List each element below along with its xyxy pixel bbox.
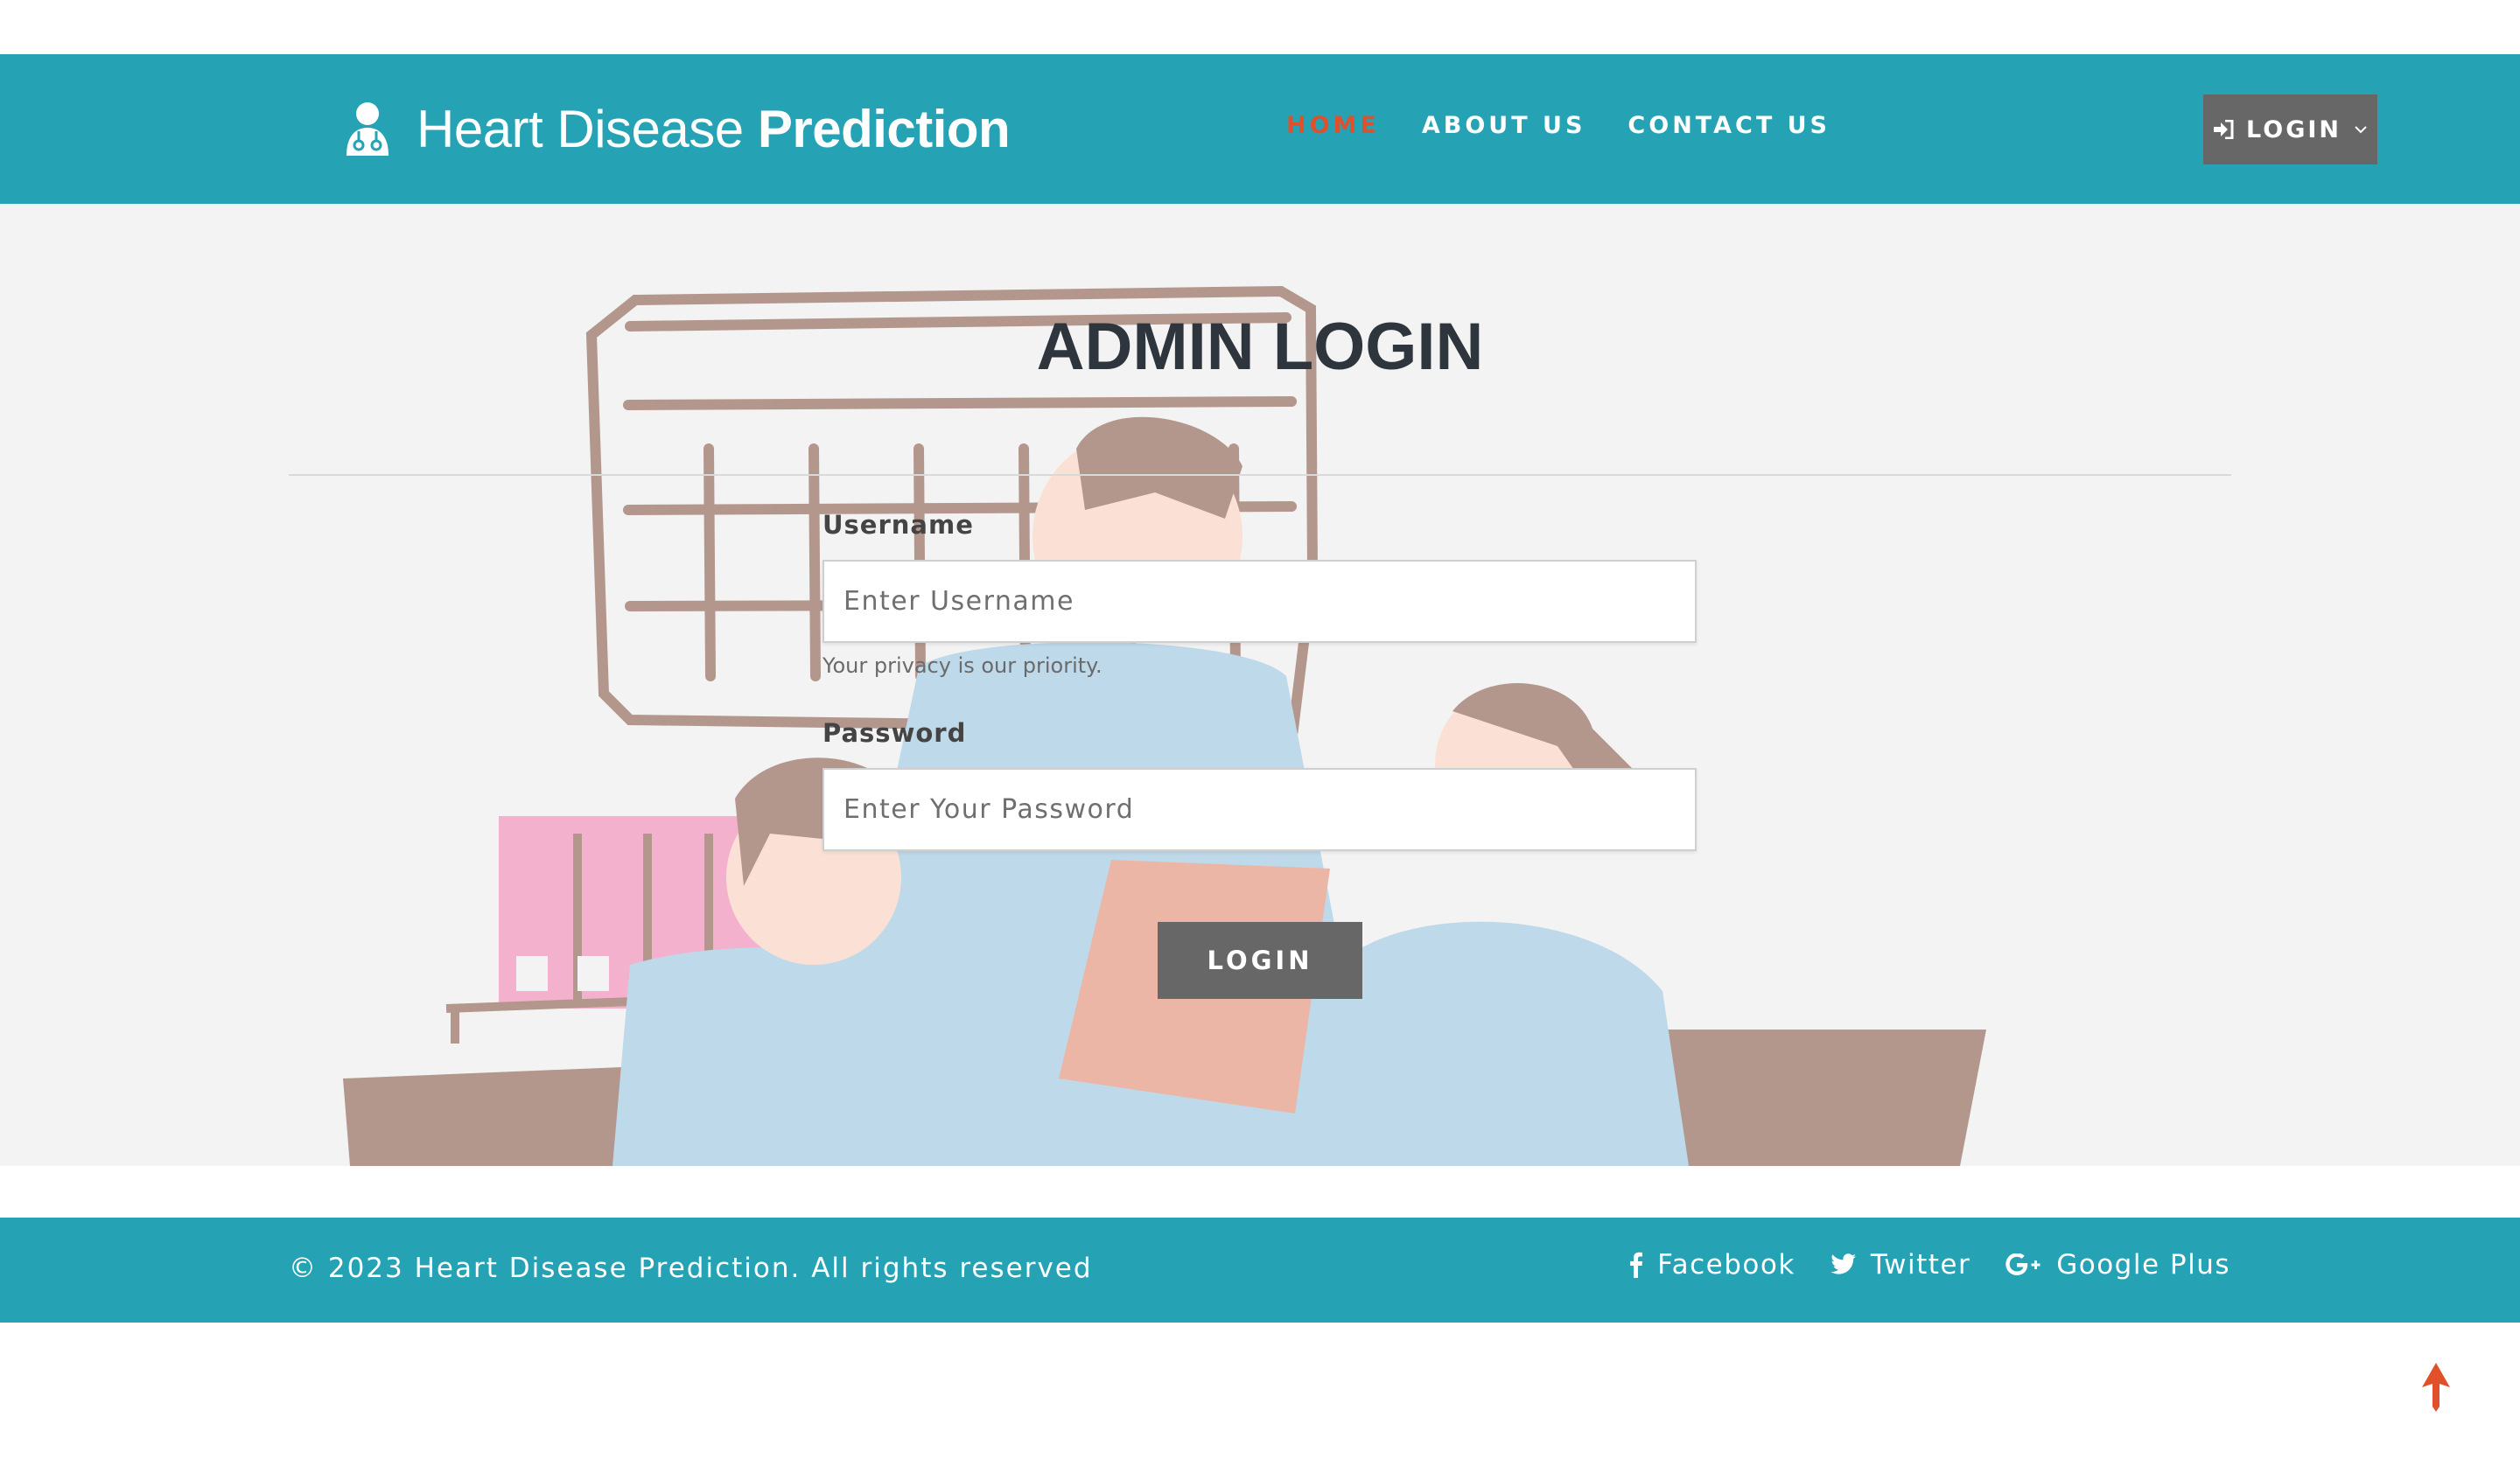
- brand-logo[interactable]: Heart Disease Prediction: [341, 94, 1011, 164]
- brand-name: Heart Disease Prediction: [416, 99, 1011, 159]
- social-facebook-link[interactable]: Facebook: [1629, 1249, 1796, 1281]
- social-google-plus-link[interactable]: Google Plus: [2006, 1249, 2230, 1281]
- username-input[interactable]: [822, 560, 1697, 643]
- login-dropdown-button[interactable]: LOGIN: [2203, 94, 2377, 164]
- facebook-label: Facebook: [1657, 1249, 1796, 1281]
- nav-about-us[interactable]: ABOUT US: [1422, 112, 1586, 139]
- password-label: Password: [822, 718, 967, 748]
- scroll-to-top-arrow-icon[interactable]: [2420, 1363, 2452, 1412]
- twitter-label: Twitter: [1870, 1249, 1971, 1281]
- site-header: Heart Disease Prediction HOME ABOUT US C…: [0, 54, 2520, 204]
- brand-name-light: Heart Disease: [416, 99, 758, 158]
- page-title: ADMIN LOGIN: [1036, 310, 1484, 384]
- privacy-help-text: Your privacy is our priority.: [822, 653, 1102, 678]
- facebook-icon: [1630, 1252, 1643, 1278]
- site-footer: © 2023 Heart Disease Prediction. All rig…: [0, 1218, 2520, 1323]
- chevron-down-icon: [2355, 126, 2367, 134]
- sign-in-icon: [2214, 120, 2234, 139]
- page: Heart Disease Prediction HOME ABOUT US C…: [0, 0, 2520, 1480]
- title-divider: [289, 474, 2231, 476]
- main-nav: HOME ABOUT US CONTACT US: [1286, 112, 1830, 139]
- login-button-label: LOGIN: [2246, 115, 2342, 143]
- social-links: Facebook Twitter Google Plus: [1629, 1249, 2230, 1281]
- social-twitter-link[interactable]: Twitter: [1830, 1249, 1970, 1281]
- login-section: ADMIN LOGIN Username Your privacy is our…: [0, 204, 2520, 1166]
- google-plus-icon: [2006, 1253, 2040, 1275]
- google-plus-label: Google Plus: [2056, 1249, 2230, 1281]
- nav-contact-us[interactable]: CONTACT US: [1628, 112, 1830, 139]
- login-submit-button[interactable]: LOGIN: [1158, 922, 1362, 999]
- nav-home[interactable]: HOME: [1286, 112, 1380, 139]
- username-label: Username: [822, 510, 974, 540]
- password-input[interactable]: [822, 768, 1697, 851]
- doctor-icon: [346, 102, 388, 156]
- brand-name-bold: Prediction: [757, 99, 1011, 158]
- twitter-icon: [1830, 1253, 1856, 1274]
- copyright-text: © 2023 Heart Disease Prediction. All rig…: [289, 1253, 1093, 1284]
